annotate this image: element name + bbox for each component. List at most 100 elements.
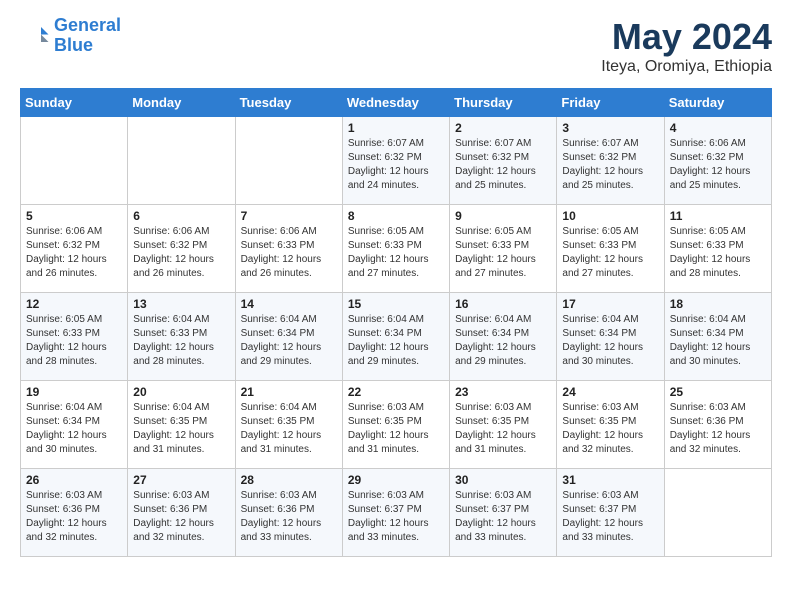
calendar-cell: 5 Sunrise: 6:06 AMSunset: 6:32 PMDaylight… (21, 205, 128, 293)
week-row-1: 5 Sunrise: 6:06 AMSunset: 6:32 PMDaylight… (21, 205, 772, 293)
day-number: 25 (670, 385, 766, 399)
calendar-cell: 15 Sunrise: 6:04 AMSunset: 6:34 PMDayligh… (342, 293, 449, 381)
day-info: Sunrise: 6:04 AMSunset: 6:34 PMDaylight:… (562, 313, 658, 369)
day-info: Sunrise: 6:05 AMSunset: 6:33 PMDaylight:… (348, 225, 444, 281)
day-number: 27 (133, 473, 229, 487)
calendar-cell: 7 Sunrise: 6:06 AMSunset: 6:33 PMDaylight… (235, 205, 342, 293)
calendar-cell: 18 Sunrise: 6:04 AMSunset: 6:34 PMDayligh… (664, 293, 771, 381)
day-info: Sunrise: 6:06 AMSunset: 6:32 PMDaylight:… (26, 225, 122, 281)
day-number: 26 (26, 473, 122, 487)
day-info: Sunrise: 6:05 AMSunset: 6:33 PMDaylight:… (562, 225, 658, 281)
day-number: 6 (133, 209, 229, 223)
day-number: 4 (670, 121, 766, 135)
day-info: Sunrise: 6:04 AMSunset: 6:34 PMDaylight:… (241, 313, 337, 369)
calendar-cell: 3 Sunrise: 6:07 AMSunset: 6:32 PMDaylight… (557, 117, 664, 205)
day-info: Sunrise: 6:05 AMSunset: 6:33 PMDaylight:… (670, 225, 766, 281)
day-number: 10 (562, 209, 658, 223)
day-number: 3 (562, 121, 658, 135)
day-number: 29 (348, 473, 444, 487)
day-number: 31 (562, 473, 658, 487)
location: Iteya, Oromiya, Ethiopia (601, 58, 772, 76)
day-info: Sunrise: 6:04 AMSunset: 6:35 PMDaylight:… (241, 401, 337, 457)
calendar-cell (664, 469, 771, 557)
day-number: 15 (348, 297, 444, 311)
day-number: 28 (241, 473, 337, 487)
day-number: 11 (670, 209, 766, 223)
day-number: 21 (241, 385, 337, 399)
day-number: 12 (26, 297, 122, 311)
col-tuesday: Tuesday (235, 89, 342, 117)
calendar-cell: 2Sunrise: 6:07 AMSunset: 6:32 PMDaylight… (450, 117, 557, 205)
calendar-cell: 23 Sunrise: 6:03 AMSunset: 6:35 PMDayligh… (450, 381, 557, 469)
day-info: Sunrise: 6:03 AMSunset: 6:35 PMDaylight:… (562, 401, 658, 457)
calendar-cell: 4 Sunrise: 6:06 AMSunset: 6:32 PMDaylight… (664, 117, 771, 205)
calendar-cell: 12 Sunrise: 6:05 AMSunset: 6:33 PMDayligh… (21, 293, 128, 381)
day-info: Sunrise: 6:06 AMSunset: 6:32 PMDaylight:… (133, 225, 229, 281)
day-number: 8 (348, 209, 444, 223)
logo-text: General Blue (54, 16, 121, 56)
day-number: 23 (455, 385, 551, 399)
day-info: Sunrise: 6:03 AMSunset: 6:36 PMDaylight:… (670, 401, 766, 457)
day-info: Sunrise: 6:03 AMSunset: 6:36 PMDaylight:… (241, 489, 337, 545)
calendar-cell: 21 Sunrise: 6:04 AMSunset: 6:35 PMDayligh… (235, 381, 342, 469)
calendar-cell: 20 Sunrise: 6:04 AMSunset: 6:35 PMDayligh… (128, 381, 235, 469)
day-number: 18 (670, 297, 766, 311)
day-number: 1 (348, 121, 444, 135)
calendar-cell: 19 Sunrise: 6:04 AMSunset: 6:34 PMDayligh… (21, 381, 128, 469)
day-info: Sunrise: 6:03 AMSunset: 6:37 PMDaylight:… (455, 489, 551, 545)
header: General Blue May 2024 Iteya, Oromiya, Et… (20, 16, 772, 76)
calendar-cell: 11 Sunrise: 6:05 AMSunset: 6:33 PMDayligh… (664, 205, 771, 293)
calendar-header: Sunday Monday Tuesday Wednesday Thursday… (21, 89, 772, 117)
day-info: Sunrise: 6:04 AMSunset: 6:34 PMDaylight:… (348, 313, 444, 369)
calendar-cell: 6 Sunrise: 6:06 AMSunset: 6:32 PMDaylight… (128, 205, 235, 293)
calendar-cell: 26 Sunrise: 6:03 AMSunset: 6:36 PMDayligh… (21, 469, 128, 557)
day-info: Sunrise: 6:06 AMSunset: 6:33 PMDaylight:… (241, 225, 337, 281)
day-info: Sunrise: 6:03 AMSunset: 6:37 PMDaylight:… (562, 489, 658, 545)
day-number: 30 (455, 473, 551, 487)
logo: General Blue (20, 16, 121, 56)
calendar-cell: 28 Sunrise: 6:03 AMSunset: 6:36 PMDayligh… (235, 469, 342, 557)
day-info: Sunrise: 6:04 AMSunset: 6:34 PMDaylight:… (26, 401, 122, 457)
day-number: 17 (562, 297, 658, 311)
day-number: 7 (241, 209, 337, 223)
day-info: Sunrise: 6:04 AMSunset: 6:33 PMDaylight:… (133, 313, 229, 369)
calendar-cell: 9Sunrise: 6:05 AMSunset: 6:33 PMDaylight… (450, 205, 557, 293)
calendar-cell: 25 Sunrise: 6:03 AMSunset: 6:36 PMDayligh… (664, 381, 771, 469)
calendar-cell: 17 Sunrise: 6:04 AMSunset: 6:34 PMDayligh… (557, 293, 664, 381)
week-row-2: 12 Sunrise: 6:05 AMSunset: 6:33 PMDayligh… (21, 293, 772, 381)
day-number: 20 (133, 385, 229, 399)
day-number: 16 (455, 297, 551, 311)
col-saturday: Saturday (664, 89, 771, 117)
col-sunday: Sunday (21, 89, 128, 117)
day-number: 13 (133, 297, 229, 311)
calendar-cell: 13 Sunrise: 6:04 AMSunset: 6:33 PMDayligh… (128, 293, 235, 381)
day-number: 5 (26, 209, 122, 223)
col-wednesday: Wednesday (342, 89, 449, 117)
day-info: Sunrise: 6:06 AMSunset: 6:32 PMDaylight:… (670, 137, 766, 193)
day-number: 24 (562, 385, 658, 399)
calendar-cell: 8 Sunrise: 6:05 AMSunset: 6:33 PMDaylight… (342, 205, 449, 293)
logo-icon (20, 21, 50, 51)
day-number: 19 (26, 385, 122, 399)
day-info: Sunrise: 6:07 AMSunset: 6:32 PMDaylight:… (348, 137, 444, 193)
month-title: May 2024 (601, 16, 772, 58)
day-number: 2 (455, 121, 551, 135)
day-info: Sunrise: 6:04 AMSunset: 6:34 PMDaylight:… (670, 313, 766, 369)
day-info: Sunrise: 6:03 AMSunset: 6:37 PMDaylight:… (348, 489, 444, 545)
day-info: Sunrise: 6:03 AMSunset: 6:35 PMDaylight:… (455, 401, 551, 457)
week-row-4: 26 Sunrise: 6:03 AMSunset: 6:36 PMDayligh… (21, 469, 772, 557)
day-info: Sunrise: 6:03 AMSunset: 6:36 PMDaylight:… (26, 489, 122, 545)
calendar-cell (128, 117, 235, 205)
calendar-cell: 24 Sunrise: 6:03 AMSunset: 6:35 PMDayligh… (557, 381, 664, 469)
calendar-cell: 31 Sunrise: 6:03 AMSunset: 6:37 PMDayligh… (557, 469, 664, 557)
week-row-3: 19 Sunrise: 6:04 AMSunset: 6:34 PMDayligh… (21, 381, 772, 469)
day-info: Sunrise: 6:04 AMSunset: 6:35 PMDaylight:… (133, 401, 229, 457)
calendar-body: 1 Sunrise: 6:07 AMSunset: 6:32 PMDaylight… (21, 117, 772, 557)
day-info: Sunrise: 6:05 AMSunset: 6:33 PMDaylight:… (26, 313, 122, 369)
day-info: Sunrise: 6:03 AMSunset: 6:36 PMDaylight:… (133, 489, 229, 545)
col-thursday: Thursday (450, 89, 557, 117)
calendar-cell: 14Sunrise: 6:04 AMSunset: 6:34 PMDayligh… (235, 293, 342, 381)
calendar-page: General Blue May 2024 Iteya, Oromiya, Et… (0, 0, 792, 573)
calendar-cell: 27 Sunrise: 6:03 AMSunset: 6:36 PMDayligh… (128, 469, 235, 557)
day-info: Sunrise: 6:07 AMSunset: 6:32 PMDaylight:… (562, 137, 658, 193)
